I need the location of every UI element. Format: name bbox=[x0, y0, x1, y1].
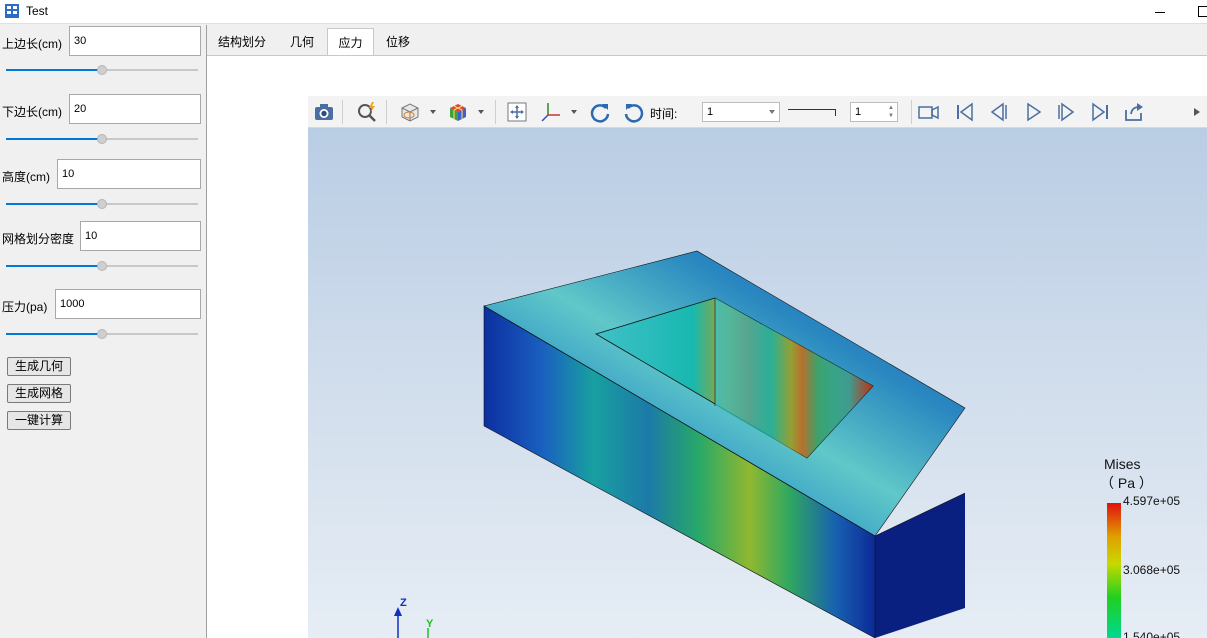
title-bar: Test bbox=[0, 0, 1207, 24]
generate-geometry-button[interactable]: 生成几何 bbox=[7, 357, 72, 376]
minimize-button[interactable] bbox=[1150, 4, 1168, 18]
top-length-input[interactable]: 30 bbox=[69, 26, 201, 56]
mesh-density-slider[interactable] bbox=[6, 261, 198, 271]
z-axis-label: Z bbox=[400, 597, 407, 609]
frame-spinbox[interactable]: 1 ▲ ▼ bbox=[850, 102, 898, 122]
window-title: Test bbox=[26, 4, 49, 18]
height-input[interactable]: 10 bbox=[57, 159, 201, 189]
time-label: 时间: bbox=[650, 107, 678, 121]
pressure-slider[interactable] bbox=[6, 329, 198, 339]
compute-button[interactable]: 一键计算 bbox=[7, 411, 72, 430]
next-frame-icon[interactable] bbox=[1054, 100, 1078, 124]
param-label-bottom-length: 下边长(cm) bbox=[2, 105, 62, 119]
tab-stress[interactable]: 应力 bbox=[327, 28, 374, 56]
legend-max-value: 4.597e+05 bbox=[1123, 494, 1181, 508]
top-length-slider[interactable] bbox=[6, 65, 198, 75]
play-icon[interactable] bbox=[1021, 100, 1045, 124]
legend-low-value: 1.540e+05 bbox=[1123, 630, 1181, 638]
zoom-icon[interactable] bbox=[355, 100, 379, 124]
rotate-cw-icon[interactable] bbox=[588, 100, 612, 124]
color-cube-icon[interactable] bbox=[446, 100, 470, 124]
3d-viewport[interactable]: Mises （ Pa ） 4.597e+05 3.068e+05 1.540e+… bbox=[308, 128, 1207, 638]
time-select[interactable]: 1 bbox=[702, 102, 780, 122]
record-icon[interactable] bbox=[916, 100, 940, 124]
rotate-ccw-icon[interactable] bbox=[622, 100, 646, 124]
legend-color-bar bbox=[1107, 503, 1121, 638]
app-icon bbox=[5, 4, 19, 18]
param-label-pressure: 压力(pa) bbox=[2, 300, 48, 314]
prev-frame-icon[interactable] bbox=[987, 100, 1011, 124]
legend-title: Mises bbox=[1104, 456, 1141, 472]
tab-displacement[interactable]: 位移 bbox=[374, 28, 422, 56]
frame-slider[interactable] bbox=[788, 109, 836, 116]
legend-unit: （ Pa ） bbox=[1100, 475, 1153, 491]
bottom-length-slider[interactable] bbox=[6, 134, 198, 144]
last-frame-icon[interactable] bbox=[1088, 100, 1112, 124]
param-label-height: 高度(cm) bbox=[2, 170, 50, 184]
bottom-length-input[interactable]: 20 bbox=[69, 94, 201, 124]
param-label-top-length: 上边长(cm) bbox=[2, 37, 62, 51]
view-cube-icon[interactable] bbox=[398, 100, 422, 124]
maximize-button[interactable] bbox=[1196, 4, 1207, 18]
parameter-panel: 上边长(cm) 30 下边长(cm) 20 高度(cm) 10 网格划分密度 1… bbox=[0, 25, 206, 638]
height-slider[interactable] bbox=[6, 199, 198, 209]
stress-model bbox=[394, 250, 1121, 638]
toolbar-overflow-icon[interactable] bbox=[1192, 100, 1204, 124]
tab-bar: 结构划分 几何 应力 位移 bbox=[207, 28, 1207, 56]
axes-icon[interactable] bbox=[539, 100, 563, 124]
fit-icon[interactable] bbox=[505, 100, 529, 124]
first-frame-icon[interactable] bbox=[953, 100, 977, 124]
camera-icon[interactable] bbox=[312, 100, 336, 124]
param-label-mesh-density: 网格划分密度 bbox=[2, 232, 75, 246]
pressure-input[interactable]: 1000 bbox=[55, 289, 201, 319]
viewer-toolbar: 时间: 1 1 ▲ ▼ bbox=[308, 96, 1207, 128]
legend-mid-value: 3.068e+05 bbox=[1123, 563, 1181, 577]
generate-mesh-button[interactable]: 生成网格 bbox=[7, 384, 72, 403]
tab-structure[interactable]: 结构划分 bbox=[207, 28, 277, 56]
mesh-density-input[interactable]: 10 bbox=[80, 221, 201, 251]
y-axis-label: Y bbox=[426, 618, 434, 630]
tab-geometry[interactable]: 几何 bbox=[277, 28, 327, 56]
export-icon[interactable] bbox=[1122, 100, 1146, 124]
